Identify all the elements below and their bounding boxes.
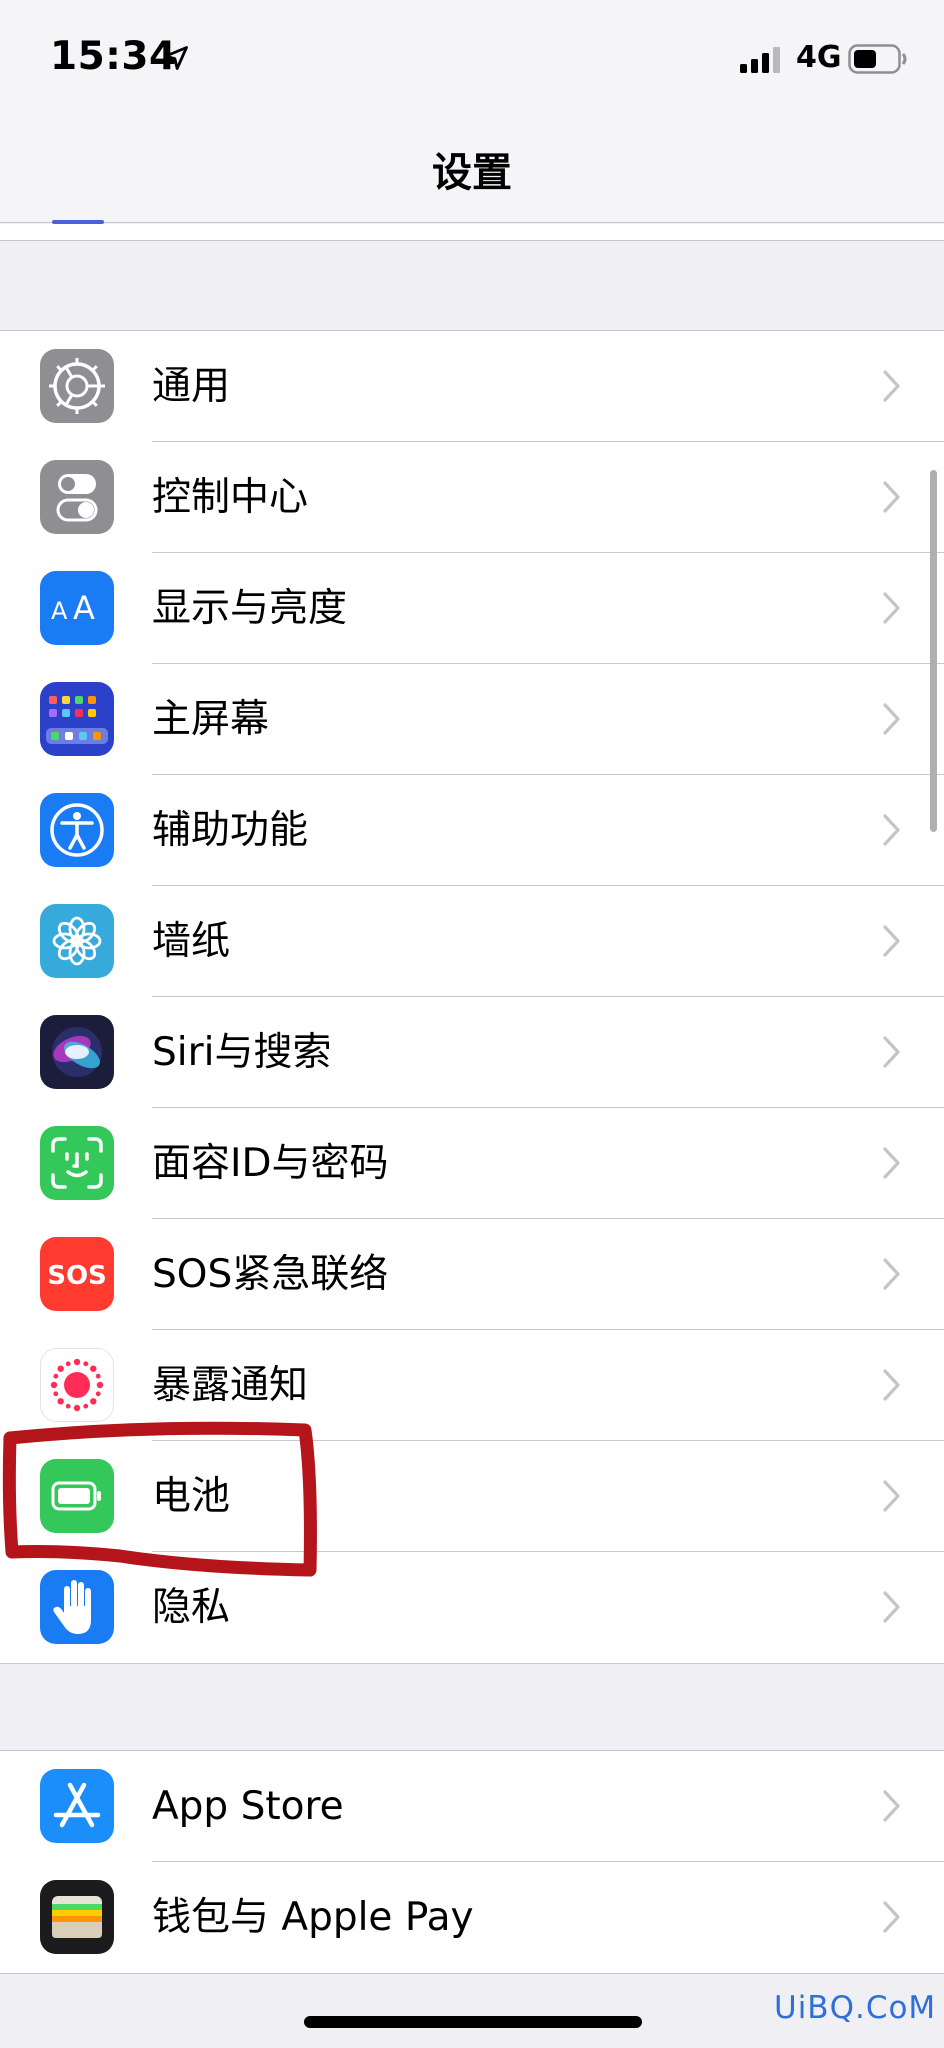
sos-icon: SOS — [40, 1237, 114, 1311]
row-label: SOS紧急联络 — [152, 1252, 389, 1297]
status-time: 15:34 — [50, 34, 177, 79]
previous-group-edge — [0, 224, 944, 241]
settings-row-emergency-sos[interactable]: SOS SOS紧急联络 — [0, 1219, 944, 1330]
settings-row-battery[interactable]: 电池 — [0, 1441, 944, 1552]
chevron-right-icon — [883, 1147, 900, 1179]
settings-row-face-id[interactable]: 面容ID与密码 — [0, 1108, 944, 1219]
exposure-notification-icon — [40, 1348, 114, 1422]
cellular-signal-icon — [740, 47, 780, 73]
scroll-indicator[interactable] — [930, 470, 937, 832]
chevron-right-icon — [883, 1591, 900, 1623]
row-label: 钱包与 Apple Pay — [152, 1895, 474, 1940]
settings-row-control-center[interactable]: 控制中心 — [0, 442, 944, 553]
row-label: 隐私 — [152, 1585, 231, 1630]
chevron-right-icon — [883, 703, 900, 735]
chevron-right-icon — [883, 592, 900, 624]
chevron-right-icon — [883, 1480, 900, 1512]
accessibility-icon — [40, 793, 114, 867]
settings-row-accessibility[interactable]: 辅助功能 — [0, 775, 944, 886]
wallet-icon — [40, 1880, 114, 1954]
settings-row-general[interactable]: 通用 — [0, 331, 944, 442]
row-label: 显示与亮度 — [152, 586, 348, 631]
row-label: 辅助功能 — [152, 808, 309, 853]
row-label: App Store — [152, 1784, 344, 1829]
row-label: Siri与搜索 — [152, 1030, 332, 1075]
network-type: 4G — [796, 40, 842, 75]
chevron-right-icon — [883, 1258, 900, 1290]
siri-icon — [40, 1015, 114, 1089]
battery-status-icon — [848, 44, 907, 74]
status-bar: 15:34 4G — [0, 0, 944, 120]
settings-row-privacy[interactable]: 隐私 — [0, 1552, 944, 1663]
row-label: 面容ID与密码 — [152, 1141, 389, 1186]
chevron-right-icon — [883, 1036, 900, 1068]
settings-row-home-screen[interactable]: 主屏幕 — [0, 664, 944, 775]
battery-icon — [40, 1459, 114, 1533]
settings-row-display[interactable]: A A 显示与亮度 — [0, 553, 944, 664]
navigation-bar: 设置 — [0, 120, 944, 223]
svg-text:A: A — [73, 589, 95, 627]
page-title: 设置 — [432, 150, 512, 196]
hand-icon — [40, 1570, 114, 1644]
svg-text:A: A — [51, 597, 68, 625]
row-label: 控制中心 — [152, 475, 309, 520]
app-store-icon — [40, 1769, 114, 1843]
chevron-right-icon — [883, 1369, 900, 1401]
chevron-right-icon — [883, 1901, 900, 1933]
home-screen-grid-icon — [40, 682, 114, 756]
settings-row-wallet[interactable]: 钱包与 Apple Pay — [0, 1862, 944, 1973]
face-id-icon — [40, 1126, 114, 1200]
row-label: 电池 — [152, 1474, 231, 1519]
chevron-right-icon — [883, 925, 900, 957]
settings-row-app-store[interactable]: App Store — [0, 1751, 944, 1862]
row-label: 主屏幕 — [152, 697, 270, 742]
chevron-right-icon — [883, 814, 900, 846]
peeking-icon-edge — [52, 220, 104, 224]
row-label: 暴露通知 — [152, 1363, 309, 1408]
toggles-icon — [40, 460, 114, 534]
settings-row-exposure-notifications[interactable]: 暴露通知 — [0, 1330, 944, 1441]
chevron-right-icon — [883, 370, 900, 402]
watermark-text: UiBQ.CoM — [774, 1990, 937, 2026]
settings-row-siri[interactable]: Siri与搜索 — [0, 997, 944, 1108]
row-label: 通用 — [152, 364, 231, 409]
chevron-right-icon — [883, 1790, 900, 1822]
location-arrow-icon — [164, 46, 188, 70]
row-label: 墙纸 — [152, 919, 231, 964]
text-size-icon: A A — [40, 571, 114, 645]
home-indicator[interactable] — [304, 2016, 642, 2028]
flower-icon — [40, 904, 114, 978]
gear-icon — [40, 349, 114, 423]
settings-group-main: 通用 控制中心 A A 显示与亮度 主屏幕 辅助功能 墙纸 Siri与搜索 面容… — [0, 330, 944, 1664]
chevron-right-icon — [883, 481, 900, 513]
settings-row-wallpaper[interactable]: 墙纸 — [0, 886, 944, 997]
settings-group-store: App Store 钱包与 Apple Pay — [0, 1750, 944, 1974]
sos-icon-text: SOS — [47, 1261, 107, 1291]
